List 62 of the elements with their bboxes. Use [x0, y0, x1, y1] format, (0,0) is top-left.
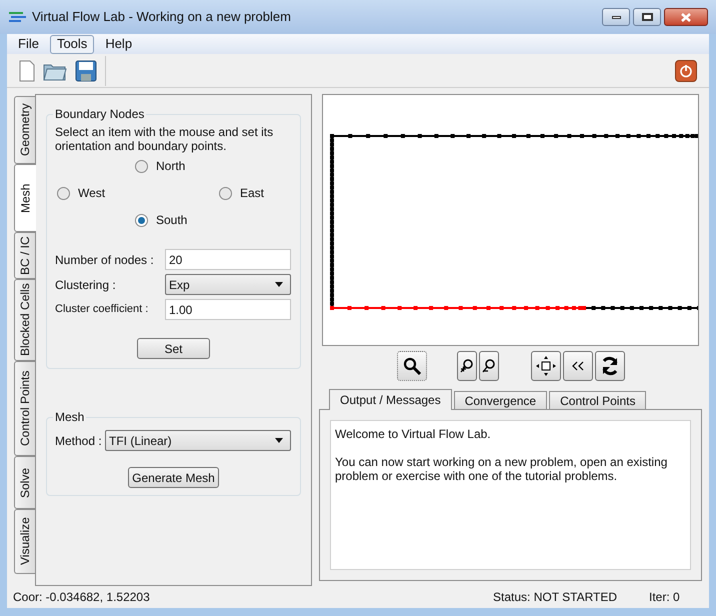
zoom-out-icon — [482, 358, 496, 372]
message-text: Welcome to Virtual Flow Lab. — [335, 427, 492, 441]
message-text: You can now start working on a new problem, open an existing problem or exercise with one of the tutorial problems. — [335, 455, 668, 483]
nodes-input[interactable]: 20 — [165, 249, 291, 270]
power-icon — [679, 64, 693, 78]
dropdown[interactable]: Exp — [165, 274, 291, 295]
save-button[interactable] — [75, 60, 97, 82]
field-label: Number of nodes : — [55, 252, 155, 268]
window-title: Virtual Flow Lab - Working on a new problem — [32, 8, 292, 26]
status-text: Status: NOT STARTED — [493, 589, 618, 606]
group-title: Mesh — [54, 409, 86, 426]
radio-button[interactable] — [135, 160, 148, 172]
caret-icon — [275, 438, 283, 443]
menu-item[interactable]: Help — [98, 34, 140, 54]
maximize-button[interactable] — [633, 8, 661, 26]
search-icon — [402, 356, 420, 374]
close-icon — [681, 12, 691, 22]
radio-button[interactable] — [135, 214, 148, 226]
output-tab[interactable]: Control Points — [549, 391, 646, 409]
caret-icon — [275, 282, 283, 287]
refresh-icon — [600, 356, 620, 376]
zoom-button[interactable] — [396, 350, 426, 380]
side-tab[interactable]: Control Points — [14, 361, 35, 456]
side-tab[interactable]: Geometry — [14, 96, 35, 164]
double-chevron-left-icon — [572, 360, 584, 370]
radio-option[interactable]: North — [135, 157, 292, 175]
menu-item[interactable]: Tools — [50, 34, 94, 54]
radio-option[interactable]: South — [135, 211, 292, 229]
back-button[interactable] — [562, 350, 592, 380]
refresh-button[interactable] — [594, 350, 624, 380]
radio-button[interactable] — [57, 186, 70, 200]
blank-page-icon — [19, 60, 35, 82]
app-logo-icon — [8, 9, 28, 25]
side-tab[interactable]: BC / IC — [14, 232, 35, 279]
field-label: Method : — [55, 432, 103, 450]
dropdown[interactable]: TFI (Linear) — [105, 430, 291, 451]
iteration-text: Iter: 0 — [649, 589, 681, 606]
side-tab[interactable]: Solve — [14, 456, 35, 509]
menu-item[interactable]: File — [11, 34, 46, 54]
power-button[interactable] — [675, 60, 697, 82]
side-tab[interactable]: Blocked Cells — [14, 279, 35, 361]
output-tab[interactable]: Convergence — [454, 391, 548, 409]
new-file-button[interactable] — [19, 60, 35, 82]
radio-option[interactable]: East — [219, 184, 264, 202]
set-button[interactable]: Set — [137, 338, 210, 359]
field-label: Cluster coefficient : — [55, 302, 150, 318]
generate-mesh-button[interactable]: Generate Mesh — [128, 467, 219, 488]
coefficient-input[interactable]: 1.00 — [165, 299, 291, 320]
group-title: Boundary Nodes — [54, 106, 146, 123]
minimize-button[interactable] — [602, 8, 630, 26]
instruction-text: Select an item with the mouse and set its orientation and boundary points. — [55, 125, 274, 153]
pan-button[interactable] — [530, 350, 560, 380]
move-arrows-icon — [536, 356, 556, 376]
coordinates-text: Coor: -0.034682, 1.52203 — [13, 589, 151, 606]
field-label: Clustering : — [55, 276, 117, 294]
side-tab[interactable]: Mesh — [14, 164, 36, 232]
close-button[interactable] — [664, 8, 708, 26]
side-tab[interactable]: Visualize — [14, 509, 35, 574]
zoom-out-button[interactable] — [478, 350, 498, 380]
radio-button[interactable] — [219, 186, 232, 200]
radio-option[interactable]: West — [57, 184, 219, 202]
output-tab[interactable]: Output / Messages — [329, 389, 452, 410]
